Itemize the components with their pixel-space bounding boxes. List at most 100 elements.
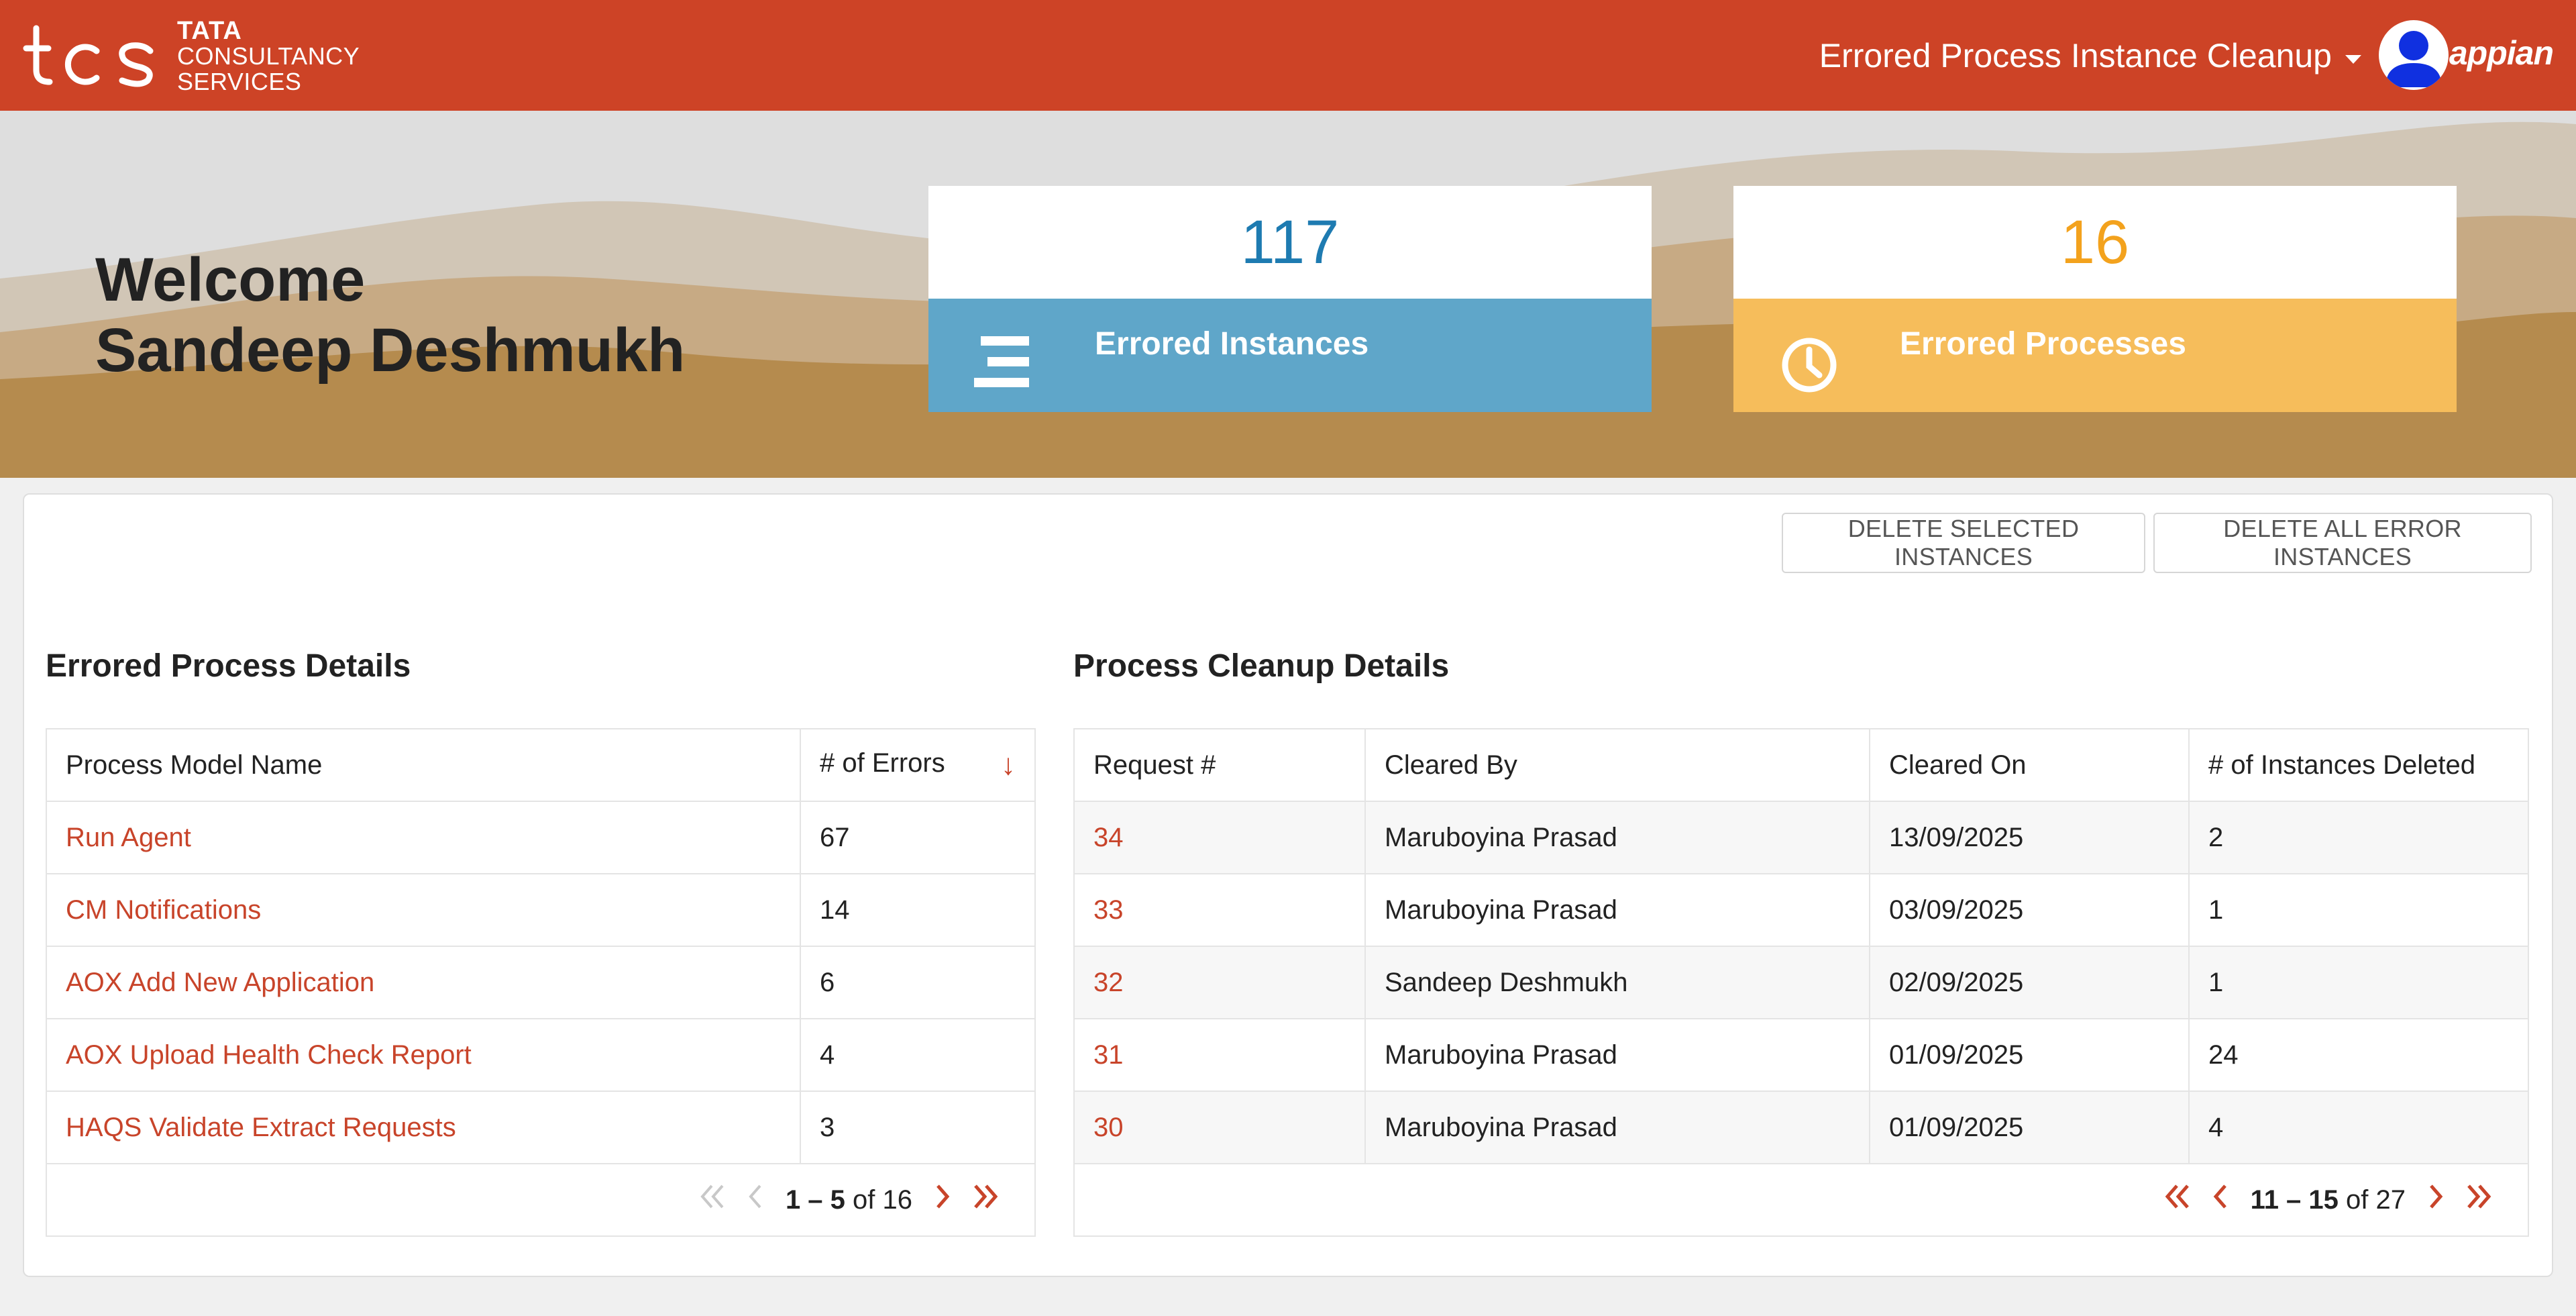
- instances-deleted: 2: [2188, 801, 2529, 874]
- col-header-request[interactable]: Request #: [1073, 728, 1366, 802]
- request-link[interactable]: 30: [1073, 1091, 1366, 1164]
- errored-processes-count: 16: [1733, 186, 2457, 299]
- error-count: 6: [800, 946, 1036, 1019]
- process-model-link[interactable]: Run Agent: [46, 801, 801, 874]
- cleared-on: 03/09/2025: [1869, 873, 2190, 947]
- process-model-link[interactable]: HAQS Validate Extract Requests: [46, 1091, 801, 1164]
- cleared-on: 02/09/2025: [1869, 946, 2190, 1019]
- welcome-label: Welcome: [95, 246, 366, 314]
- process-model-link[interactable]: AOX Upload Health Check Report: [46, 1018, 801, 1092]
- errored-process-pager: 1 – 5 of 16: [66, 1164, 1016, 1235]
- cleared-by: Maruboyina Prasad: [1364, 1091, 1870, 1164]
- instances-deleted: 24: [2188, 1018, 2529, 1092]
- table-row: HAQS Validate Extract Requests 3: [46, 1091, 1036, 1164]
- col-header-cleared-on[interactable]: Cleared On: [1869, 728, 2190, 802]
- process-model-link[interactable]: CM Notifications: [46, 873, 801, 947]
- error-count: 3: [800, 1091, 1036, 1164]
- request-link[interactable]: 33: [1073, 873, 1366, 947]
- page-total: of 27: [2346, 1184, 2406, 1215]
- pager-row: 11 – 15 of 27: [1073, 1163, 2529, 1237]
- errored-processes-card[interactable]: 16 Errored Processes: [1733, 186, 2457, 412]
- page-indicator: 11 – 15 of 27: [2251, 1185, 2406, 1215]
- next-page-icon[interactable]: [932, 1183, 951, 1217]
- request-link[interactable]: 32: [1073, 946, 1366, 1019]
- cleared-on: 13/09/2025: [1869, 801, 2190, 874]
- col-header-errors[interactable]: # of Errors ↓: [800, 728, 1036, 802]
- clock-icon: [1782, 338, 1837, 393]
- previous-page-icon[interactable]: [747, 1183, 765, 1217]
- errored-processes-label: Errored Processes: [1900, 326, 2186, 362]
- tcs-logo-mark-icon: [23, 25, 154, 87]
- errored-instances-count: 117: [928, 186, 1652, 299]
- page-range: 1 – 5: [785, 1184, 845, 1215]
- errored-process-pager-cell: 1 – 5 of 16: [46, 1163, 1036, 1237]
- errored-process-details-title: Errored Process Details: [46, 648, 411, 684]
- logo-line-tata: TATA: [177, 16, 242, 45]
- cleared-by: Maruboyina Prasad: [1364, 801, 1870, 874]
- welcome-heading: Welcome Sandeep Deshmukh: [95, 245, 685, 386]
- cleanup-pager-cell: 11 – 15 of 27: [1073, 1163, 2529, 1237]
- list-icon: [974, 336, 1029, 387]
- table-row: AOX Add New Application 6: [46, 946, 1036, 1019]
- user-name: Sandeep Deshmukh: [95, 316, 686, 385]
- cleared-by: Maruboyina Prasad: [1364, 873, 1870, 947]
- errored-instances-label: Errored Instances: [1095, 326, 1369, 362]
- cleared-on: 01/09/2025: [1869, 1091, 2190, 1164]
- errored-process-grid: Process Model Name # of Errors ↓ Run Age…: [46, 728, 1036, 1237]
- error-count: 14: [800, 873, 1036, 947]
- cleared-by: Maruboyina Prasad: [1364, 1018, 1870, 1092]
- main-panel: DELETE SELECTED INSTANCES DELETE ALL ERR…: [23, 493, 2553, 1277]
- cleanup-pager: 11 – 15 of 27: [1093, 1164, 2509, 1235]
- error-count: 67: [800, 801, 1036, 874]
- table-row: CM Notifications 14: [46, 873, 1036, 947]
- process-cleanup-grid: Request # Cleared By Cleared On # of Ins…: [1073, 728, 2529, 1237]
- col-header-process-model-name[interactable]: Process Model Name: [46, 728, 801, 802]
- sort-descending-icon: ↓: [1001, 748, 1016, 781]
- logo-line-consultancy: CONSULTANCY: [177, 42, 360, 70]
- col-header-instances-deleted[interactable]: # of Instances Deleted: [2188, 728, 2529, 802]
- user-avatar[interactable]: [2379, 20, 2449, 90]
- top-bar: TATA CONSULTANCY SERVICES Errored Proces…: [0, 0, 2576, 111]
- request-link[interactable]: 31: [1073, 1018, 1366, 1092]
- first-page-icon[interactable]: [697, 1183, 727, 1217]
- app-switcher[interactable]: Errored Process Instance Cleanup: [1819, 32, 2361, 79]
- table-row: 31 Maruboyina Prasad 01/09/2025 24: [1073, 1018, 2529, 1092]
- cleared-on: 01/09/2025: [1869, 1018, 2190, 1092]
- instances-deleted: 4: [2188, 1091, 2529, 1164]
- table-row: 34 Maruboyina Prasad 13/09/2025 2: [1073, 801, 2529, 874]
- table-row: AOX Upload Health Check Report 4: [46, 1018, 1036, 1092]
- delete-selected-instances-button[interactable]: DELETE SELECTED INSTANCES: [1782, 513, 2145, 573]
- errored-instances-card[interactable]: 117 Errored Instances: [928, 186, 1652, 412]
- table-row: 30 Maruboyina Prasad 01/09/2025 4: [1073, 1091, 2529, 1164]
- errored-instances-label-bar: Errored Instances: [928, 299, 1652, 412]
- instances-deleted: 1: [2188, 873, 2529, 947]
- table-row: Run Agent 67: [46, 801, 1036, 874]
- request-link[interactable]: 34: [1073, 801, 1366, 874]
- appian-logo: appian: [2449, 34, 2554, 72]
- previous-page-icon[interactable]: [2212, 1183, 2231, 1217]
- process-cleanup-details-title: Process Cleanup Details: [1073, 648, 1450, 684]
- delete-all-error-instances-button[interactable]: DELETE ALL ERROR INSTANCES: [2153, 513, 2532, 573]
- error-count: 4: [800, 1018, 1036, 1092]
- errored-processes-label-bar: Errored Processes: [1733, 299, 2457, 412]
- tcs-wordmark: TATA CONSULTANCY SERVICES: [177, 18, 360, 95]
- col-header-cleared-by[interactable]: Cleared By: [1364, 728, 1870, 802]
- instances-deleted: 1: [2188, 946, 2529, 1019]
- cleared-by: Sandeep Deshmukh: [1364, 946, 1870, 1019]
- table-header-row: Process Model Name # of Errors ↓: [46, 728, 1036, 802]
- table-row: 33 Maruboyina Prasad 03/09/2025 1: [1073, 873, 2529, 947]
- user-icon: [2385, 31, 2442, 87]
- table-header-row: Request # Cleared By Cleared On # of Ins…: [1073, 728, 2529, 802]
- col-header-errors-label: # of Errors: [820, 748, 945, 778]
- chevron-down-icon: [2345, 54, 2361, 64]
- process-model-link[interactable]: AOX Add New Application: [46, 946, 801, 1019]
- next-page-icon[interactable]: [2426, 1183, 2445, 1217]
- last-page-icon[interactable]: [2465, 1183, 2494, 1217]
- first-page-icon[interactable]: [2162, 1183, 2192, 1217]
- last-page-icon[interactable]: [971, 1183, 1001, 1217]
- logo-line-services: SERVICES: [177, 67, 302, 95]
- tcs-logo[interactable]: TATA CONSULTANCY SERVICES: [23, 17, 360, 95]
- pager-row: 1 – 5 of 16: [46, 1163, 1036, 1237]
- app-title: Errored Process Instance Cleanup: [1819, 37, 2332, 74]
- table-row: 32 Sandeep Deshmukh 02/09/2025 1: [1073, 946, 2529, 1019]
